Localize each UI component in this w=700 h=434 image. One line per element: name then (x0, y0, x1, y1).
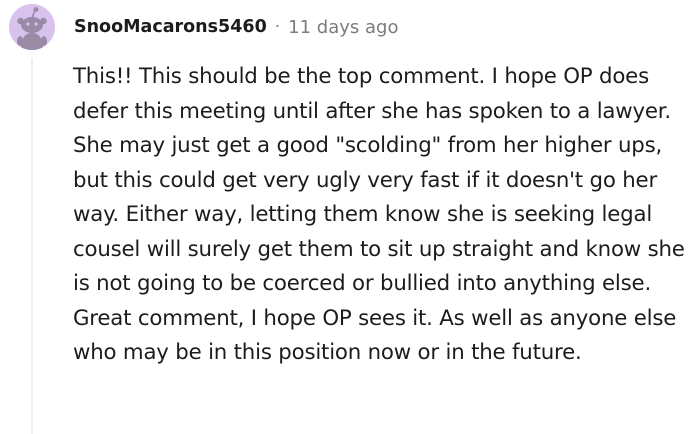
username-link[interactable]: SnooMacarons5460 (74, 17, 267, 37)
thread-line[interactable] (31, 58, 33, 434)
comment: SnooMacarons5460 · 11 days ago This!! Th… (0, 0, 700, 434)
user-avatar[interactable] (9, 4, 55, 50)
meta-separator: · (274, 17, 281, 37)
comment-body: This!! This should be the top comment. I… (73, 64, 685, 365)
comment-meta: SnooMacarons5460 · 11 days ago (74, 12, 398, 42)
comment-timestamp[interactable]: 11 days ago (288, 17, 398, 38)
snoo-avatar-icon (17, 7, 47, 50)
